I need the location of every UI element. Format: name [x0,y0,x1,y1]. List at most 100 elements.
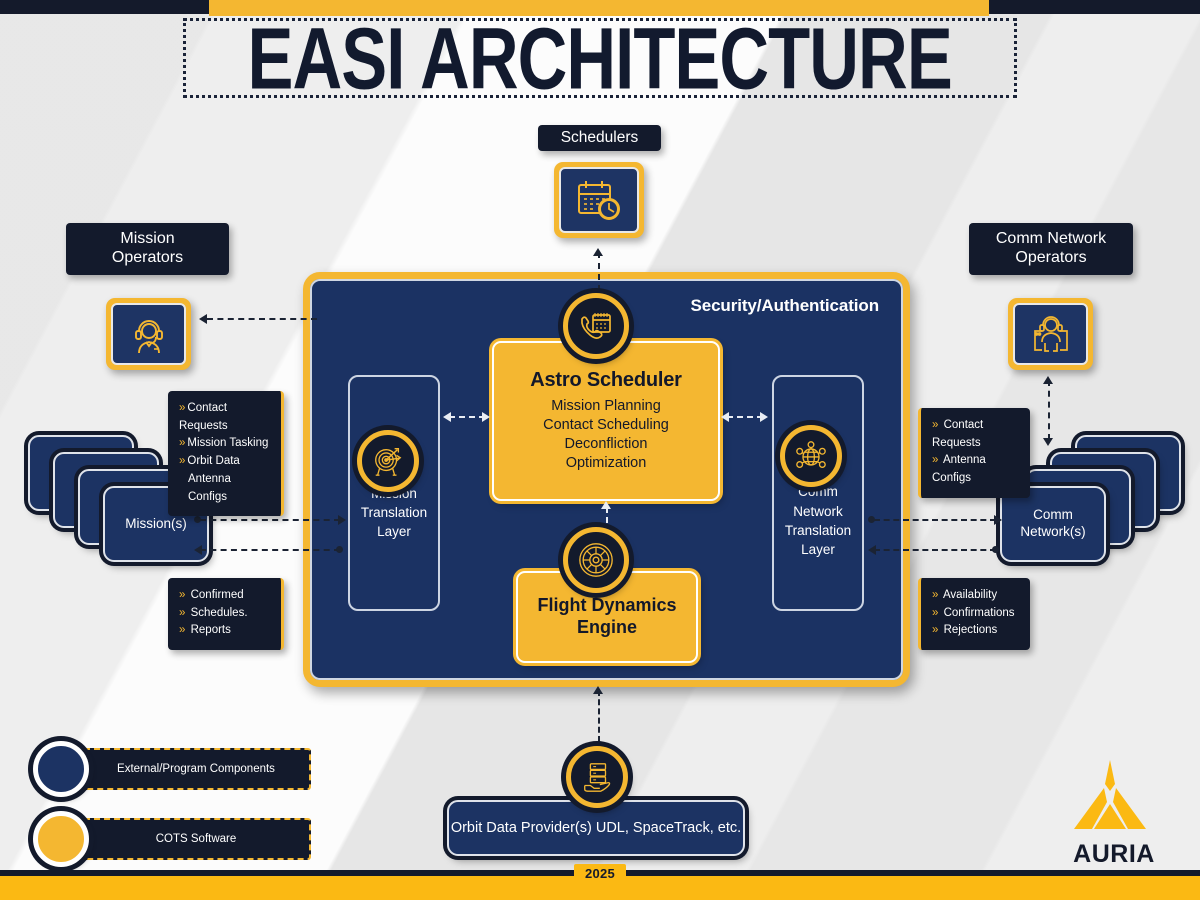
schedulers-icon-tile[interactable] [554,162,644,238]
phone-calendar-icon [579,310,613,342]
astro-scheduler-title: Astro Scheduler [530,369,682,392]
schedulers-label-text: Schedulers [560,128,639,146]
left-output-0: Confirmed [190,589,244,601]
comm-operators-label: Comm Network Operators [969,223,1133,275]
auria-wordmark: AURIA [1073,840,1155,868]
comm-translation-layer[interactable]: Comm Network Translation Layer [772,375,864,611]
right-output-2: Rejections [943,624,998,637]
connector-mission-in-node [336,546,343,553]
bullet-icon: » [179,402,186,414]
astro-scheduler-line-3: Optimization [565,454,647,471]
bullet-icon: » [932,454,939,467]
flight-dynamics-medallion[interactable] [563,527,629,593]
left-input-1: Mission Tasking [187,437,269,450]
connector-astro-ctl [727,416,763,418]
connector-comm-ops-arrow-up [1043,376,1053,384]
legend-row-cots: COTS Software [33,811,323,867]
right-output-0: Availability [942,589,998,601]
right-inputs-note: » Contact Requests » Antenna Configs [918,408,1030,498]
left-output-2: Reports [190,624,231,637]
connector-mission-out-arrow [338,515,346,525]
calendar-clock-icon [575,178,623,222]
orbit-provider-box-wrap[interactable]: Orbit Data Provider(s) UDL, SpaceTrack, … [447,800,747,858]
left-inputs-note: » Contact Requests » Mission Tasking » Orbi… [168,391,284,517]
connector-orbit-arrow-up [593,686,603,694]
astro-scheduler-line-1: Contact Scheduling [543,417,669,434]
legend-external-swatch [33,741,89,797]
connector-astro-ctl-arrow-l [721,412,729,422]
astro-scheduler-line-2: Deconfliction [564,436,648,452]
astro-scheduler-medallion[interactable] [563,293,629,359]
connector-comm-out-arrow [994,515,1002,525]
bullet-icon: » [179,455,186,468]
connector-mission-in-arrow [194,545,202,555]
connector-comm-in-arrow [868,545,876,555]
legend-row-external: External/Program Components [33,741,323,797]
right-input-1: Antenna Configs [932,454,986,485]
data-hand-icon [580,760,614,794]
mission-translation-layer-label: Mission Translation Layer [360,485,428,539]
mission-operators-label-line1: Mission [120,230,175,248]
flight-dynamics-engine-title: Flight Dynamics Engine [537,595,677,637]
comm-operators-label-line2: Operators [1015,249,1087,266]
left-input-2: Orbit Data [187,455,240,468]
headset-operator-icon [127,312,171,356]
connector-orbit-vertical [598,690,600,742]
legend-external-label: External/Program Components [117,763,275,775]
connector-mission-in [200,549,340,551]
comm-translation-layer-label: Comm Network Translation Layer [784,484,852,557]
legend-external-bar: External/Program Components [81,748,311,790]
bullet-icon: » [179,606,186,619]
top-gold-bar [209,0,989,16]
orbit-wheel-icon [577,541,615,579]
right-input-0: Contact Requests [932,419,984,449]
mission-translation-medallion[interactable] [357,430,419,492]
connector-comm-out [874,519,996,521]
orbit-provider-box[interactable]: Orbit Data Provider(s) UDL, SpaceTrack, … [447,800,745,856]
bullet-icon: » [932,624,939,637]
comm-stack-label-line2: Network(s) [1020,524,1086,539]
schedulers-label: Schedulers [538,125,661,151]
comm-translation-medallion[interactable] [780,425,842,487]
mission-stack-label: Mission(s) [125,515,187,531]
mission-operators-icon-tile[interactable] [106,298,191,370]
connector-astro-fde-arrow-u [601,501,611,509]
target-arrows-icon [371,444,405,478]
connector-schedulers-arrow-up [593,248,603,256]
connector-comm-in [874,549,996,551]
legend-cots-bar: COTS Software [81,818,311,860]
mission-operators-label: Mission Operators [66,223,229,275]
connector-mission-out [200,519,340,521]
security-authentication-label: Security/Authentication [690,296,879,315]
right-outputs-note: » Availability » Confirmations » Rejecti… [918,578,1030,651]
connector-comm-in-node [992,546,999,553]
auria-spire-logo [1058,758,1170,838]
orbit-provider-label: Orbit Data Provider(s) UDL, SpaceTrack, … [450,819,742,836]
bullet-icon: » [179,624,186,637]
right-output-1: Confirmations [943,606,1015,619]
connector-ops-left-arrow [199,314,207,324]
legend-cots-label: COTS Software [155,833,237,845]
left-input-0: Contact Requests [179,402,228,432]
page-title: EASI ARCHITECTURE [247,9,953,107]
year-badge: 2025 [574,864,626,883]
bullet-icon: » [932,606,939,619]
comm-operators-icon-tile[interactable] [1008,298,1093,370]
astro-scheduler-box[interactable]: Astro Scheduler Mission Planning Contact… [492,341,720,501]
network-globe-icon [794,439,828,473]
mission-translation-layer[interactable]: Mission Translation Layer [348,375,440,611]
comm-operators-label-line1: Comm Network [995,230,1107,248]
connector-ops-left [207,318,317,320]
bullet-icon: » [932,419,939,431]
bullet-icon: » [932,589,939,601]
orbit-provider-medallion[interactable] [566,746,628,808]
mission-operators-label-line2: Operators [111,249,184,266]
connector-comm-ops-vertical [1048,380,1050,440]
bullet-icon: » [179,437,186,450]
left-outputs-note: » Confirmed » Schedules. » Reports [168,578,284,651]
connector-mtl-astro-arrow-r [482,412,490,422]
network-operator-icon [1028,312,1074,356]
title-frame: EASI ARCHITECTURE [183,9,1017,107]
connector-astro-ctl-arrow-r [760,412,768,422]
comm-stack-label-line1: Comm [1033,507,1073,523]
